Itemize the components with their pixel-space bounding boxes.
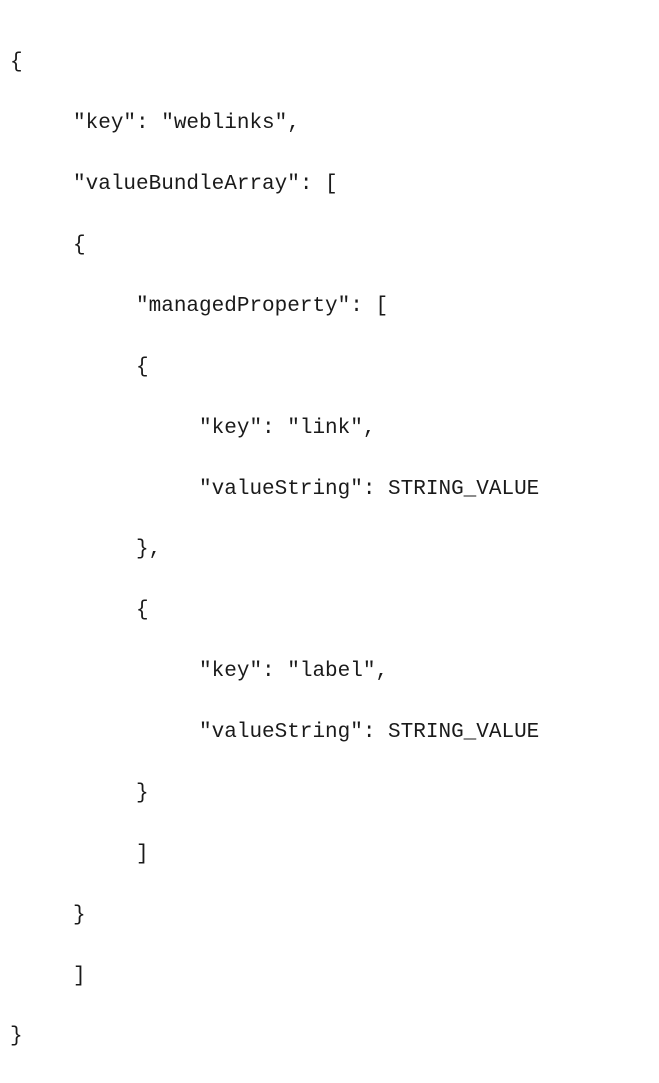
code-line: "valueString": STRING_VALUE <box>10 718 649 748</box>
code-line: ] <box>10 840 649 870</box>
code-line: }, <box>10 535 649 565</box>
code-line: "key": "link", <box>10 414 649 444</box>
code-line: { <box>10 596 649 626</box>
code-line: } <box>10 779 649 809</box>
code-block: { "key": "weblinks", "valueBundleArray":… <box>10 18 649 1083</box>
code-line: } <box>10 1022 649 1052</box>
code-line: { <box>10 353 649 383</box>
code-line: { <box>10 48 649 78</box>
code-line: "valueString": STRING_VALUE <box>10 475 649 505</box>
code-line: "managedProperty": [ <box>10 292 649 322</box>
code-line: "valueBundleArray": [ <box>10 170 649 200</box>
code-line: } <box>10 901 649 931</box>
code-line: ] <box>10 962 649 992</box>
code-line: "key": "weblinks", <box>10 109 649 139</box>
code-line: "key": "label", <box>10 657 649 687</box>
code-line: { <box>10 231 649 261</box>
